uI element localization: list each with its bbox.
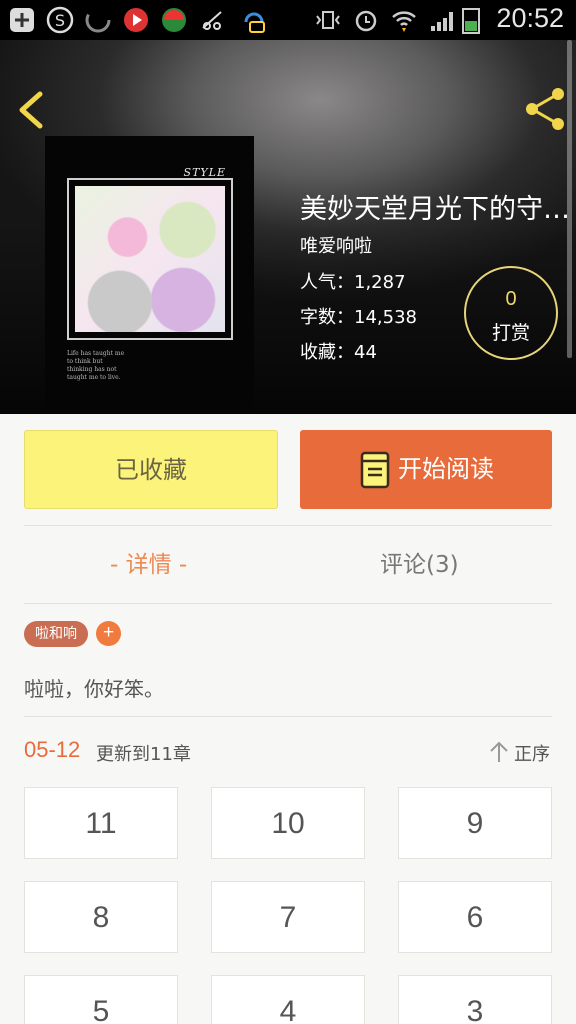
share-icon[interactable] [522,86,568,132]
book-cover: STYLE Life has taught me to think but th… [45,136,254,414]
chapter-button[interactable]: 7 [211,881,365,953]
cover-caption: Life has taught me to think but thinking… [67,350,125,381]
back-icon[interactable] [12,88,52,132]
s-app-icon: S [46,6,74,34]
divider [24,716,552,717]
vibrate-icon [316,11,340,29]
book-author[interactable]: 唯爱响啦 [300,232,372,258]
cover-frame [67,178,233,340]
chapter-button[interactable]: 10 [211,787,365,859]
add-notification-icon [10,8,34,32]
divider [24,603,552,604]
book-header: STYLE Life has taught me to think but th… [0,40,576,414]
chapter-button[interactable]: 5 [24,975,178,1024]
update-date: 05-12 [24,737,81,762]
chapter-button[interactable]: 8 [24,881,178,953]
cover-style-text: STYLE [183,166,226,179]
tag-chip[interactable]: 啦和响 [24,621,88,647]
battery-icon [462,8,480,34]
start-reading-button[interactable]: 开始阅读 [300,430,552,509]
reward-count: 0 [505,288,517,310]
tab-detail[interactable]: - 详情 - [110,545,187,579]
mute-icon [202,11,222,30]
book-word-count: 字数：14,538 [300,307,417,328]
chapter-button[interactable]: 4 [211,975,365,1024]
chapter-button[interactable]: 9 [398,787,552,859]
book-title: 美妙天堂月光下的守… [300,194,570,225]
loading-circle-icon [85,7,111,33]
book-intro: 啦啦，你好笨。 [24,677,164,701]
chapter-button[interactable]: 11 [24,787,178,859]
start-reading-label: 开始阅读 [398,455,494,483]
chapter-button[interactable]: 3 [398,975,552,1024]
svg-text:S: S [55,11,65,30]
collected-button[interactable]: 已收藏 [24,430,278,509]
alarm-icon [355,10,377,32]
book-icon [360,451,390,489]
chapter-button[interactable]: 6 [398,881,552,953]
update-text: 更新到11章 [96,744,191,765]
reward-label: 打赏 [491,322,530,344]
sort-order-label: 正序 [514,744,550,765]
arrow-up-icon [490,741,508,762]
browser-app-icon [162,8,186,32]
status-time: 20:52 [496,3,564,33]
app-root: S 20:52 STYLE Life has taught me to thin… [0,0,576,1024]
signal-icon [431,12,453,31]
tab-comments[interactable]: 评论(3) [380,545,459,579]
status-bar: S 20:52 [0,0,576,40]
play-app-icon [124,8,148,32]
wifi-icon [392,11,416,32]
cover-artwork [75,186,225,332]
sort-order-button[interactable]: 正序 [488,738,552,766]
reward-button[interactable]: 0 打赏 [464,266,558,360]
divider [24,525,552,526]
add-tag-button[interactable]: + [96,621,121,646]
book-popularity: 人气：1,287 [300,272,406,293]
chat-app-icon [244,12,265,33]
book-favorites: 收藏：44 [300,342,377,363]
